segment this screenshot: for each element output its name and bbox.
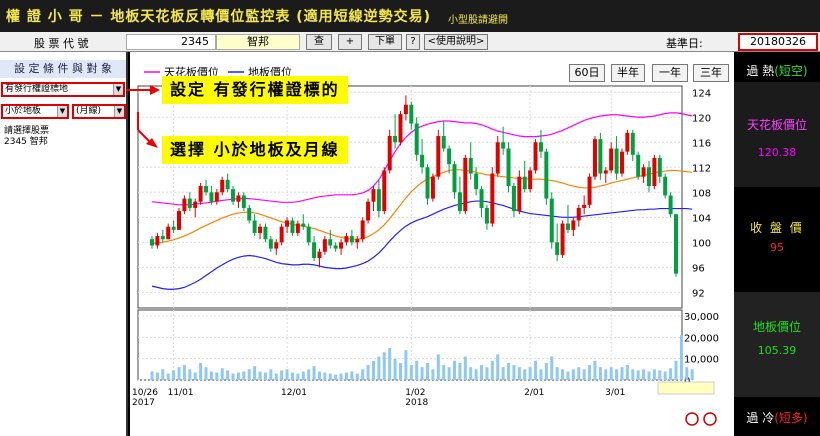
callout-condition: 選擇 小於地板及月線 xyxy=(162,136,348,164)
callout-arrows xyxy=(126,85,160,148)
callout-warrant: 設定 有發行權證標的 xyxy=(162,76,348,104)
